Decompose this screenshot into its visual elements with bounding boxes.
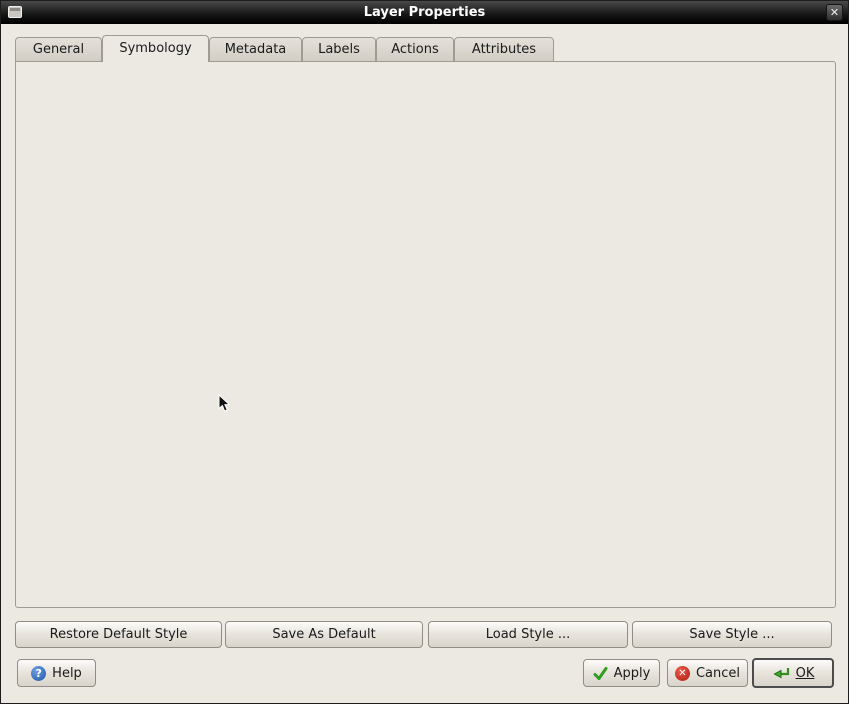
tab-symbology-label: Symbology bbox=[119, 41, 191, 56]
apply-check-icon bbox=[593, 667, 608, 680]
window-title: Layer Properties bbox=[1, 5, 848, 20]
tab-general-label: General bbox=[33, 42, 84, 57]
restore-default-style-button[interactable]: Restore Default Style bbox=[15, 621, 222, 648]
cancel-button[interactable]: ✕ Cancel bbox=[667, 659, 748, 687]
apply-label: Apply bbox=[614, 666, 651, 681]
apply-button[interactable]: Apply bbox=[583, 659, 660, 687]
save-as-default-button[interactable]: Save As Default bbox=[225, 621, 423, 648]
close-button[interactable]: ✕ bbox=[826, 4, 843, 21]
help-button[interactable]: ? Help bbox=[17, 659, 96, 687]
ok-label: OK bbox=[796, 666, 815, 681]
tab-labels-label: Labels bbox=[318, 42, 360, 57]
tab-actions-label: Actions bbox=[391, 42, 439, 57]
load-style-button[interactable]: Load Style ... bbox=[428, 621, 628, 648]
tab-labels[interactable]: Labels bbox=[302, 37, 376, 62]
close-icon: ✕ bbox=[830, 6, 839, 19]
cancel-icon: ✕ bbox=[675, 666, 690, 681]
tab-metadata[interactable]: Metadata bbox=[209, 37, 302, 62]
tab-actions[interactable]: Actions bbox=[376, 37, 454, 62]
help-icon: ? bbox=[31, 666, 46, 681]
tab-attributes[interactable]: Attributes bbox=[454, 37, 554, 62]
ok-button[interactable]: OK bbox=[752, 658, 834, 688]
ok-enter-icon bbox=[772, 667, 790, 680]
tab-general[interactable]: General bbox=[15, 37, 102, 62]
layer-properties-dialog: Layer Properties ✕ General Symbology Met… bbox=[0, 0, 849, 704]
tab-metadata-label: Metadata bbox=[225, 42, 287, 57]
cancel-label: Cancel bbox=[696, 666, 740, 681]
tab-attributes-label: Attributes bbox=[472, 42, 536, 57]
tab-symbology[interactable]: Symbology bbox=[102, 35, 209, 62]
help-label: Help bbox=[52, 666, 82, 681]
save-style-button[interactable]: Save Style ... bbox=[632, 621, 832, 648]
symbology-panel bbox=[15, 61, 836, 608]
titlebar[interactable]: Layer Properties ✕ bbox=[1, 1, 848, 24]
